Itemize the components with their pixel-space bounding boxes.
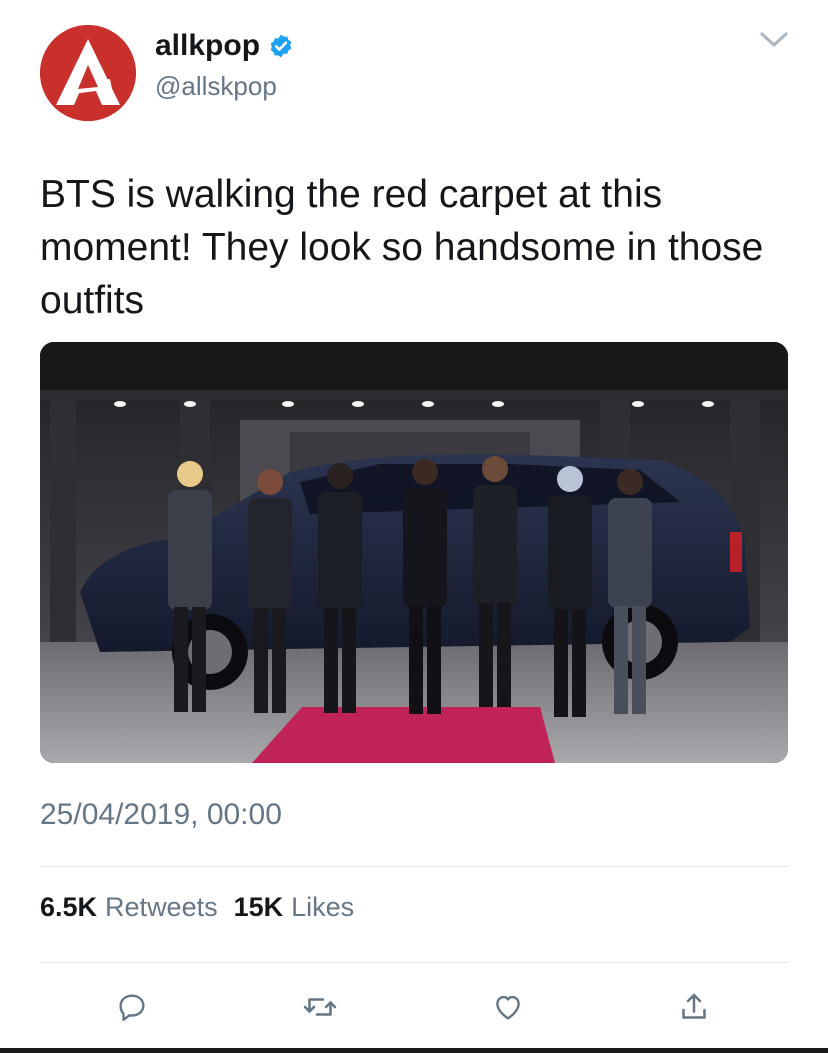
screen-bottom-edge: [0, 1048, 828, 1053]
avatar[interactable]: [40, 25, 136, 121]
action-bar: [0, 985, 828, 1029]
display-name[interactable]: allkpop: [155, 28, 260, 64]
retweets-count: 6.5K: [40, 892, 98, 922]
tweet-photo[interactable]: [40, 342, 788, 763]
group-photo-image: [40, 342, 788, 763]
like-button[interactable]: [486, 985, 530, 1029]
author-handle[interactable]: @allskpop: [155, 70, 277, 102]
retweet-icon: [303, 998, 337, 1016]
chevron-down-icon: [760, 32, 788, 47]
tweet-stats: 6.5K Retweets 15K Likes: [40, 888, 370, 926]
reply-icon: [119, 994, 145, 1021]
retweets-stat[interactable]: 6.5K Retweets: [40, 888, 218, 926]
likes-label: Likes: [291, 892, 355, 922]
allkpop-logo-icon: [40, 25, 136, 121]
retweet-button[interactable]: [298, 985, 342, 1029]
tweet-timestamp: 25/04/2019, 00:00: [40, 798, 282, 831]
retweets-label: Retweets: [105, 892, 218, 922]
tweet-text: BTS is walking the red carpet at this mo…: [40, 173, 764, 322]
divider: [40, 866, 788, 867]
more-options-button[interactable]: [750, 22, 798, 62]
like-icon: [496, 995, 520, 1020]
author-name-row[interactable]: allkpop: [155, 28, 294, 64]
divider: [40, 962, 788, 963]
likes-stat[interactable]: 15K Likes: [234, 888, 355, 926]
likes-count: 15K: [233, 892, 284, 922]
verified-badge-icon: [270, 34, 292, 58]
share-button[interactable]: [672, 985, 716, 1029]
reply-button[interactable]: [110, 985, 154, 1029]
tweet-detail: allkpop @allskpop BTS is walking the red…: [0, 0, 828, 1053]
share-icon: [682, 993, 706, 1019]
